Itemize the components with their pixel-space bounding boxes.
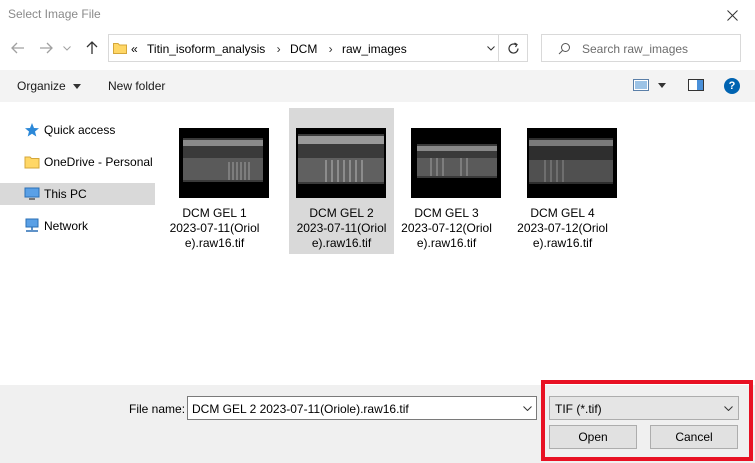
search-icon	[558, 43, 570, 55]
back-button[interactable]	[8, 38, 28, 58]
forward-button[interactable]	[36, 38, 56, 58]
open-button[interactable]: Open	[549, 425, 637, 449]
file-name-line: DCM GEL 2	[309, 206, 374, 220]
file-item[interactable]: DCM GEL 3 2023-07-12(Oriol e).raw16.tif	[394, 108, 501, 254]
breadcrumb-overflow[interactable]: «	[131, 42, 138, 56]
breadcrumb-separator-icon: ›	[328, 42, 333, 56]
nav-item-network[interactable]: Network	[0, 215, 155, 237]
breadcrumb-item[interactable]: raw_images	[342, 42, 407, 56]
file-name-line: 2023-07-11(Oriol	[296, 221, 387, 235]
chevron-down-icon	[522, 405, 532, 411]
file-thumbnail	[296, 128, 386, 198]
refresh-icon	[507, 41, 519, 54]
view-options-button[interactable]	[633, 78, 673, 94]
file-item[interactable]: DCM GEL 1 2023-07-11(Oriol e).raw16.tif	[162, 108, 269, 254]
file-type-select[interactable]: TIF (*.tif)	[549, 396, 739, 420]
file-name-value: DCM GEL 2 2023-07-11(Oriole).raw16.tif	[192, 402, 409, 416]
file-name-line: DCM GEL 3	[414, 206, 479, 220]
file-name-line: e).raw16.tif	[416, 236, 477, 250]
file-item-selected[interactable]: DCM GEL 2 2023-07-11(Oriol e).raw16.tif	[289, 108, 394, 254]
file-thumbnail	[411, 128, 501, 198]
nav-label: This PC	[44, 187, 87, 201]
nav-label: OneDrive - Personal	[44, 155, 153, 169]
recent-locations-button[interactable]	[60, 38, 74, 58]
star-icon	[25, 123, 39, 137]
file-name-input[interactable]: DCM GEL 2 2023-07-11(Oriole).raw16.tif	[187, 396, 537, 420]
breadcrumb-item[interactable]: DCM	[290, 42, 317, 56]
file-name-dropdown-button[interactable]	[518, 397, 536, 419]
command-bar: Organize New folder ?	[0, 70, 755, 102]
file-name-line: 2023-07-11(Oriol	[169, 221, 260, 235]
arrow-up-icon	[86, 41, 98, 54]
file-thumbnail	[527, 128, 617, 198]
preview-pane-button[interactable]	[688, 78, 704, 94]
file-name-line: DCM GEL 4	[530, 206, 595, 220]
up-button[interactable]	[82, 38, 102, 58]
close-icon	[726, 9, 738, 21]
nav-item-this-pc[interactable]: This PC	[0, 183, 155, 205]
help-button[interactable]: ?	[724, 78, 740, 94]
refresh-button[interactable]	[498, 35, 527, 61]
close-button[interactable]	[709, 0, 755, 30]
window-title: Select Image File	[8, 7, 101, 21]
file-name-line: e).raw16.tif	[184, 236, 245, 250]
breadcrumb-item[interactable]: Titin_isoform_analysis	[147, 42, 265, 56]
cancel-button[interactable]: Cancel	[650, 425, 738, 449]
organize-button[interactable]: Organize	[17, 79, 82, 93]
file-name-label: File name:	[129, 402, 186, 416]
chevron-down-icon	[63, 45, 71, 51]
arrow-left-icon	[11, 42, 24, 54]
nav-label: Network	[44, 219, 89, 233]
address-bar[interactable]: « Titin_isoform_analysis › DCM › raw_ima…	[108, 34, 528, 62]
chevron-down-icon	[723, 405, 733, 411]
search-input[interactable]: Search raw_images	[541, 34, 741, 62]
file-item[interactable]: DCM GEL 4 2023-07-12(Oriol e).raw16.tif	[510, 108, 617, 254]
file-type-dropdown	[720, 397, 736, 419]
breadcrumb-separator-icon: ›	[276, 42, 281, 56]
caret-down-icon	[73, 84, 82, 90]
file-name-line: e).raw16.tif	[532, 236, 593, 250]
file-name-line: e).raw16.tif	[311, 236, 372, 250]
view-icon	[633, 79, 649, 91]
help-icon: ?	[728, 80, 736, 92]
chevron-down-icon	[487, 45, 495, 51]
file-name-line: DCM GEL 1	[182, 206, 247, 220]
caret-down-icon	[658, 83, 666, 88]
file-type-value: TIF (*.tif)	[555, 402, 602, 416]
nav-item-onedrive[interactable]: OneDrive - Personal	[0, 151, 155, 173]
network-icon	[25, 218, 39, 232]
nav-item-quick-access[interactable]: Quick access	[0, 119, 155, 141]
search-placeholder: Search raw_images	[582, 42, 689, 56]
file-name-line: 2023-07-12(Oriol	[517, 221, 608, 235]
file-thumbnail	[179, 128, 269, 198]
breadcrumb: « Titin_isoform_analysis › DCM › raw_ima…	[131, 42, 409, 56]
preview-pane-icon	[688, 79, 704, 91]
file-name-line: 2023-07-12(Oriol	[401, 221, 492, 235]
organize-label: Organize	[17, 79, 66, 93]
new-folder-button[interactable]: New folder	[108, 79, 165, 93]
computer-icon	[24, 187, 40, 200]
title-bar: Select Image File	[0, 0, 755, 30]
nav-label: Quick access	[44, 123, 116, 137]
arrow-right-icon	[40, 42, 53, 54]
folder-icon	[24, 156, 40, 169]
folder-icon	[113, 43, 127, 54]
